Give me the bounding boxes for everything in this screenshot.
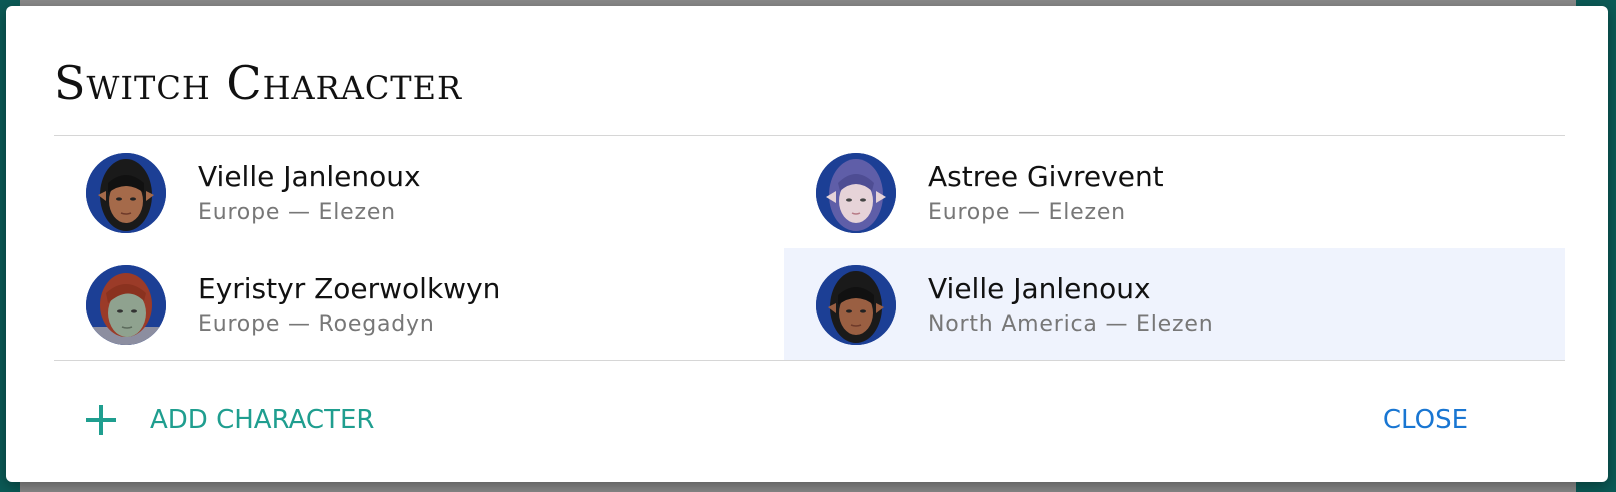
character-world-race: Europe — Roegadyn <box>198 312 435 337</box>
character-world-race: North America — Elezen <box>928 312 1214 337</box>
character-avatar <box>86 153 166 233</box>
character-avatar <box>816 265 896 345</box>
character-list: Vielle Janlenoux Europe — Elezen Astree … <box>54 136 1565 360</box>
character-item-selected[interactable]: Vielle Janlenoux North America — Elezen <box>784 248 1565 360</box>
character-world-race: Europe — Elezen <box>928 200 1126 225</box>
divider-bottom <box>54 360 1565 361</box>
character-name: Vielle Janlenoux <box>198 160 421 193</box>
character-name: Eyristyr Zoerwolkwyn <box>198 272 501 305</box>
add-character-label: ADD CHARACTER <box>150 405 375 435</box>
character-avatar <box>86 265 166 345</box>
character-item[interactable]: Astree Givrevent Europe — Elezen <box>784 136 1539 248</box>
dialog-title: Switch Character <box>54 56 463 110</box>
character-world-race: Europe — Elezen <box>198 200 396 225</box>
character-avatar <box>816 153 896 233</box>
character-name: Vielle Janlenoux <box>928 272 1151 305</box>
character-name: Astree Givrevent <box>928 160 1164 193</box>
character-item[interactable]: Vielle Janlenoux Europe — Elezen <box>54 136 809 248</box>
plus-icon <box>86 405 116 435</box>
switch-character-dialog: Switch Character Vielle Janlenoux Europe… <box>6 6 1608 482</box>
add-character-button[interactable]: ADD CHARACTER <box>86 398 374 442</box>
close-button[interactable]: CLOSE <box>1383 398 1468 442</box>
character-item[interactable]: Eyristyr Zoerwolkwyn Europe — Roegadyn <box>54 248 809 360</box>
